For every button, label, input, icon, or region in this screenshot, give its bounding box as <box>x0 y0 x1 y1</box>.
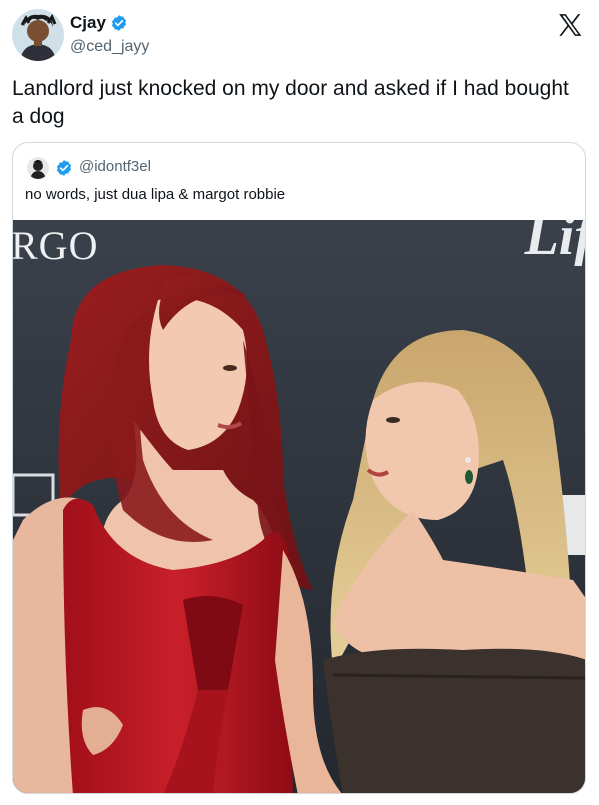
quoted-author-handle[interactable]: @idontf3el <box>79 158 151 175</box>
author-handle[interactable]: @ced_jayy <box>70 38 149 56</box>
author-avatar[interactable] <box>12 9 64 61</box>
quoted-tweet-photo[interactable]: RGO Lif <box>13 220 585 793</box>
verified-badge-icon <box>110 14 128 32</box>
x-logo-icon[interactable] <box>557 12 583 38</box>
author-name-row: Cjay <box>70 13 128 33</box>
quoted-tweet-text: no words, just dua lipa & margot robbie <box>25 186 286 203</box>
backdrop-text-right: Lif <box>524 220 585 267</box>
quoted-tweet[interactable]: @idontf3el no words, just dua lipa & mar… <box>12 142 586 794</box>
tweet-text: Landlord just knocked on my door and ask… <box>12 77 569 128</box>
author-name[interactable]: Cjay <box>70 13 106 33</box>
tweet-card: Cjay @ced_jayy Landlord just knocked on … <box>0 0 599 805</box>
quoted-author-avatar[interactable] <box>27 157 49 179</box>
quoted-verified-badge-icon <box>55 159 73 177</box>
backdrop-text-left: RGO <box>13 223 99 268</box>
